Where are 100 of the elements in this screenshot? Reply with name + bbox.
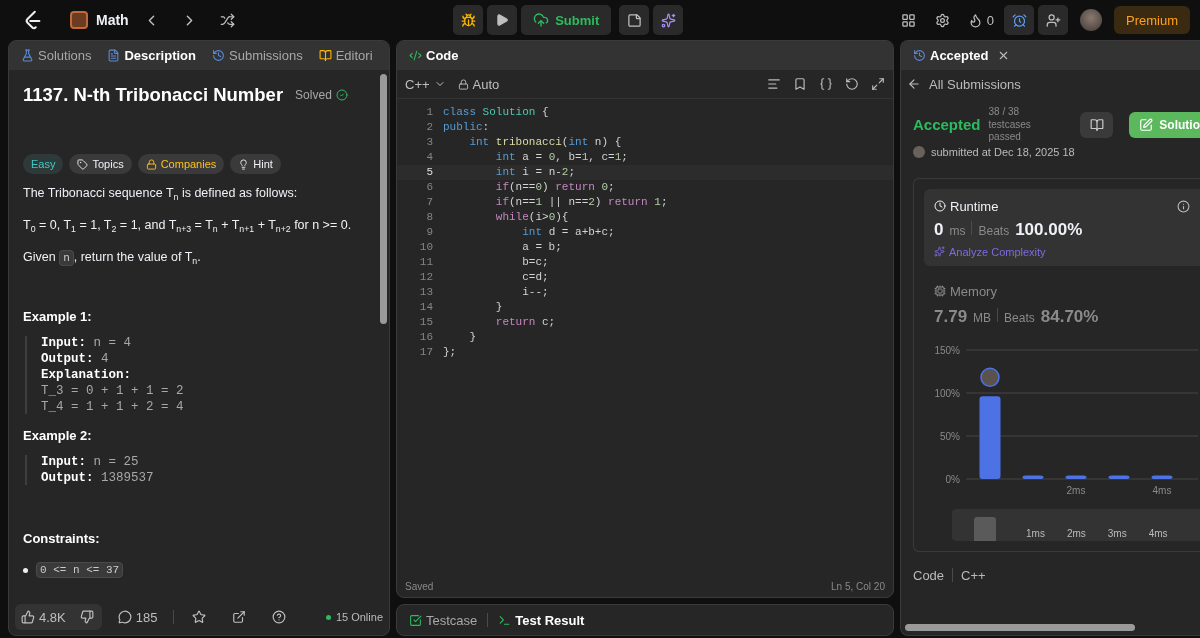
runtime-value: 0 — [934, 219, 944, 240]
panel-tab[interactable]: Code — [405, 48, 463, 63]
chart-bar — [1151, 474, 1173, 479]
premium-button[interactable]: Premium — [1114, 6, 1190, 34]
format-icon[interactable] — [767, 77, 781, 91]
arrow-left-icon — [907, 77, 921, 91]
console-tab[interactable]: Test Result — [494, 612, 589, 628]
line-number: 13 — [418, 285, 434, 300]
mode-select[interactable]: Auto — [457, 69, 500, 99]
chip-icon — [934, 285, 946, 297]
code-line: c=d; — [521, 270, 549, 285]
add-user-button[interactable] — [1038, 5, 1068, 35]
difficulty-badge: Easy — [23, 154, 64, 174]
code-label: Code — [913, 567, 945, 583]
x-tick-label: 2ms — [1066, 484, 1086, 496]
scrollbar-thumb[interactable] — [905, 623, 1135, 631]
chart-bar — [1022, 474, 1044, 479]
line-number: 9 — [425, 225, 434, 240]
line-number: 6 — [425, 180, 434, 195]
code-line: return c; — [494, 315, 556, 330]
panel-tab[interactable]: Accepted — [909, 48, 993, 63]
debug-button[interactable] — [453, 5, 484, 35]
thumbs-up-icon — [21, 610, 35, 624]
sparkle-icon — [934, 246, 945, 257]
problem-list-icon — [70, 11, 88, 29]
terminal-icon — [498, 613, 512, 627]
back-link[interactable]: All Submissions — [907, 70, 1200, 98]
example-line: Explanation: — [41, 368, 132, 383]
beats-label: Beats — [1004, 310, 1035, 325]
line-number: 11 — [418, 255, 434, 270]
example-line: Input: n = 25 — [41, 455, 140, 470]
code-line: while(i>0){ — [494, 210, 569, 225]
add-user-icon — [1045, 12, 1061, 28]
code-line: } — [494, 300, 503, 315]
history-icon — [212, 49, 225, 62]
bullet — [23, 567, 28, 573]
timer-button[interactable] — [1004, 5, 1034, 35]
problem-title: 1137. N-th Tribonacci Number — [23, 84, 284, 106]
y-tick-label: 150% — [934, 344, 960, 356]
online-count: 15 Online — [325, 611, 383, 623]
panel-tab[interactable]: Solutions — [17, 48, 96, 63]
sparkle-icon — [660, 12, 676, 28]
console-tab[interactable]: Testcase — [405, 612, 482, 628]
avatar — [913, 145, 925, 158]
y-tick-label: 0% — [945, 473, 960, 485]
beats-label: Beats — [978, 223, 1010, 238]
bookmark-icon[interactable] — [793, 77, 807, 91]
bug-icon — [460, 12, 476, 28]
code-line: if(n==1 || n==2) return 1; — [494, 195, 668, 210]
edit-icon — [1139, 117, 1154, 132]
line-number: 12 — [418, 270, 434, 285]
tag-chip[interactable]: Topics — [69, 154, 132, 174]
submit-button[interactable]: Submit — [521, 5, 612, 35]
code-line: int d = a+b+c; — [521, 225, 615, 240]
line-number: 8 — [425, 210, 434, 225]
problem-list-title[interactable]: Math — [96, 12, 129, 28]
range-navigator[interactable]: 1ms 2ms 3ms 4ms — [952, 508, 1200, 541]
grid-icon — [901, 12, 917, 28]
code-line: int i = n-2; — [494, 165, 576, 180]
scrollbar-thumb[interactable] — [379, 74, 387, 324]
ai-button[interactable] — [653, 5, 684, 35]
example-title: Example 2: — [23, 428, 93, 444]
panel-tab[interactable]: Description — [103, 48, 200, 63]
note-button[interactable] — [619, 5, 650, 35]
example-title: Example 1: — [23, 309, 93, 325]
comment-icon — [117, 610, 132, 624]
memory-value: 7.79 — [934, 306, 968, 327]
reset-icon[interactable] — [845, 77, 859, 91]
tag-chip[interactable]: Companies — [137, 154, 225, 174]
run-button[interactable] — [487, 5, 518, 35]
code-line: }; — [443, 345, 457, 360]
code-line: if(n==0) return 0; — [494, 180, 615, 195]
example-line: T_3 = 0 + 1 + 1 = 2 — [41, 384, 185, 399]
braces-icon[interactable] — [819, 77, 833, 91]
navigator-label: 1ms — [1026, 527, 1045, 541]
memory-title: Memory — [950, 283, 997, 299]
editorial-button[interactable] — [1080, 111, 1114, 138]
verdict: Accepted — [913, 116, 981, 134]
runtime-unit: ms — [949, 223, 966, 238]
constraints-title: Constraints: — [23, 531, 101, 547]
navigator-label: 3ms — [1107, 527, 1127, 541]
panel-tab[interactable]: Editori — [314, 48, 377, 63]
language-select[interactable]: C++ — [405, 69, 446, 99]
streak-button[interactable]: 0 — [961, 5, 1000, 35]
avatar[interactable] — [1080, 9, 1102, 31]
line-number: 3 — [425, 135, 434, 150]
description-text: T$_{0}$ = 0, T$_{1}$ = 1, T$_{2}$ = 1, and T$_{n+3}$ = T$_{n}$ + T$_{n+1}$ + T$_{n+2}$ for n >= 0. — [23, 216, 353, 235]
expand-icon[interactable] — [871, 77, 885, 91]
code-line: } — [468, 330, 476, 345]
tag-chip[interactable]: Hint — [230, 154, 281, 174]
line-number: 1 — [425, 105, 434, 120]
line-number: 10 — [418, 240, 434, 255]
beats-percent: 100.00% — [1015, 219, 1083, 240]
book-icon — [1089, 117, 1104, 132]
comments-button[interactable]: 185 — [111, 602, 164, 632]
example-line: Input: n = 4 — [41, 336, 133, 351]
history-icon — [913, 49, 926, 62]
panel-tab[interactable]: Submissions — [208, 48, 307, 63]
info-icon[interactable] — [1177, 199, 1190, 213]
code-line: b=c; — [521, 255, 549, 270]
